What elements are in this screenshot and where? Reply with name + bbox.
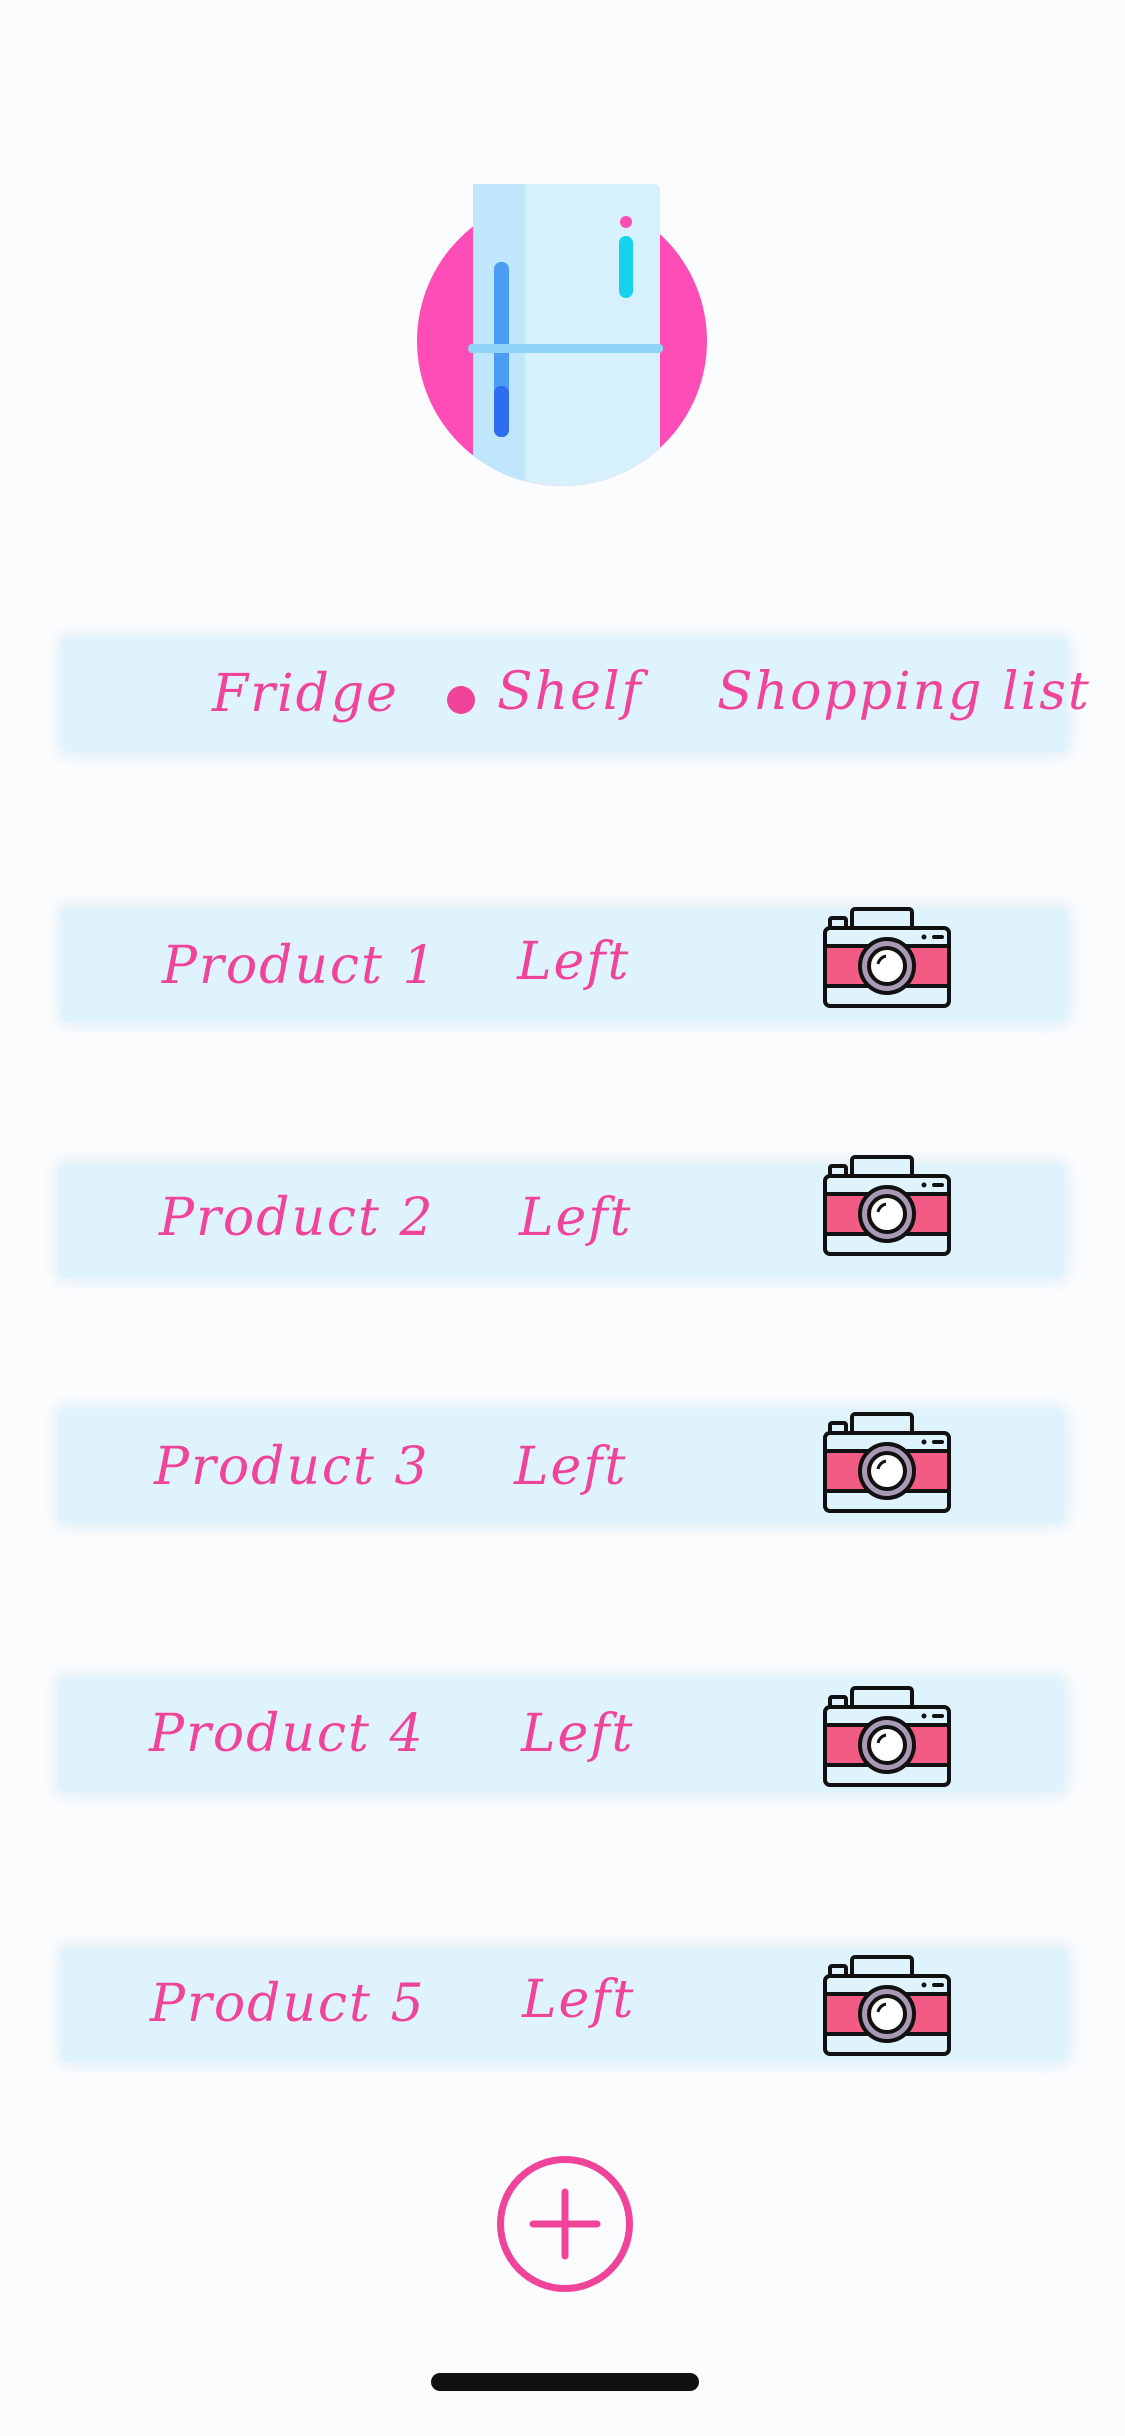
product-status: Left — [519, 1188, 633, 1248]
plus-icon — [529, 2188, 601, 2260]
add-product-button[interactable] — [497, 2156, 633, 2292]
product-name: Product 5 — [150, 1974, 426, 2034]
product-row-4[interactable]: Product 4 Left — [59, 1678, 1064, 1792]
fridge-icon — [417, 184, 707, 486]
camera-icon[interactable] — [822, 1954, 952, 2058]
camera-icon[interactable] — [822, 1685, 952, 1789]
camera-icon[interactable] — [822, 1411, 952, 1515]
tab-bar: Fridge Shelf Shopping list — [62, 638, 1089, 752]
camera-icon[interactable] — [822, 1154, 952, 1258]
tab-shopping-list[interactable]: Shopping list — [717, 666, 1091, 718]
product-status: Left — [517, 932, 631, 992]
tab-shelf[interactable]: Shelf — [497, 666, 643, 718]
product-name: Product 2 — [159, 1188, 435, 1248]
product-row-2[interactable]: Product 2 Left — [59, 1164, 1064, 1278]
product-name: Product 1 — [162, 936, 438, 996]
product-name: Product 3 — [154, 1437, 430, 1497]
fridge-logo — [412, 176, 712, 494]
home-indicator[interactable] — [431, 2373, 699, 2391]
product-row-5[interactable]: Product 5 Left — [62, 1948, 1067, 2062]
tab-selected-indicator — [447, 686, 475, 714]
product-row-1[interactable]: Product 1 Left — [62, 908, 1067, 1022]
tab-fridge[interactable]: Fridge — [212, 668, 399, 720]
camera-icon[interactable] — [822, 906, 952, 1010]
product-status: Left — [522, 1970, 636, 2030]
product-status: Left — [514, 1437, 628, 1497]
product-name: Product 4 — [149, 1704, 425, 1764]
product-status: Left — [521, 1704, 635, 1764]
product-row-3[interactable]: Product 3 Left — [59, 1409, 1064, 1523]
